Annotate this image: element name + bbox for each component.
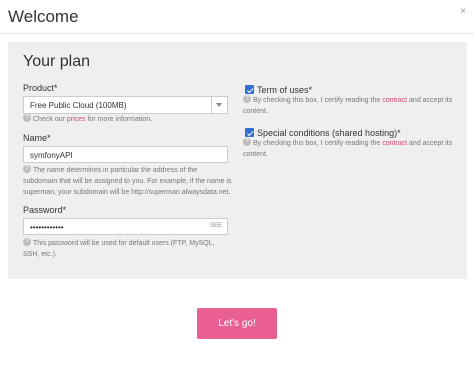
special-conditions-checkbox[interactable]	[245, 128, 254, 137]
prices-link[interactable]: prices	[67, 116, 86, 123]
close-icon[interactable]: ×	[460, 6, 466, 17]
help-icon: ?	[23, 165, 31, 174]
product-select[interactable]: Free Public Cloud (100MB)	[23, 96, 228, 114]
password-label: Password*	[23, 205, 67, 215]
product-selected-value: Free Public Cloud (100MB)	[30, 101, 127, 110]
special-help-prefix: By checking this box, I certify reading …	[253, 140, 383, 147]
see-password-button[interactable]: SEE	[210, 223, 222, 229]
lets-go-button[interactable]: Let's go!	[197, 308, 277, 339]
password-help: ? This password will be used for default …	[23, 238, 228, 260]
terms-help: ? By checking this box, I certify reading…	[243, 95, 458, 117]
modal-header: Welcome ×	[0, 0, 474, 34]
special-conditions-label: Special conditions (shared hosting)*	[257, 128, 401, 138]
help-icon: ?	[23, 114, 31, 123]
terms-label: Term of uses*	[257, 85, 313, 95]
password-help-text: This password will be used for default u…	[23, 240, 215, 258]
name-help: ? The name determines in particular the a…	[23, 165, 233, 198]
password-value: ••••••••••••	[30, 223, 64, 232]
terms-help-prefix: By checking this box, I certify reading …	[253, 97, 383, 104]
password-field[interactable]: •••••••••••• SEE	[23, 218, 228, 235]
panel-title: Your plan	[23, 53, 91, 70]
dropdown-toggle[interactable]	[211, 97, 227, 113]
name-value: symfonyAPI	[30, 151, 73, 160]
product-help-prefix: Check our	[33, 116, 67, 123]
product-help-suffix: for more information.	[85, 116, 153, 123]
terms-contract-link[interactable]: contract	[382, 97, 407, 104]
terms-checkbox[interactable]	[245, 85, 254, 94]
name-label: Name*	[23, 133, 51, 143]
product-help: ? Check our prices for more information.	[23, 114, 228, 125]
modal-title: Welcome	[8, 7, 79, 26]
help-icon: ?	[23, 238, 31, 247]
help-icon: ?	[243, 138, 251, 147]
name-help-text: The name determines in particular the ad…	[23, 167, 232, 196]
name-field[interactable]: symfonyAPI	[23, 146, 228, 163]
help-icon: ?	[243, 95, 251, 104]
special-contract-link[interactable]: contract	[382, 140, 407, 147]
chevron-down-icon	[216, 103, 222, 107]
plan-panel: Your plan Product* Free Public Cloud (10…	[8, 42, 467, 279]
special-conditions-help: ? By checking this box, I certify reading…	[243, 138, 458, 160]
product-label: Product*	[23, 83, 58, 93]
